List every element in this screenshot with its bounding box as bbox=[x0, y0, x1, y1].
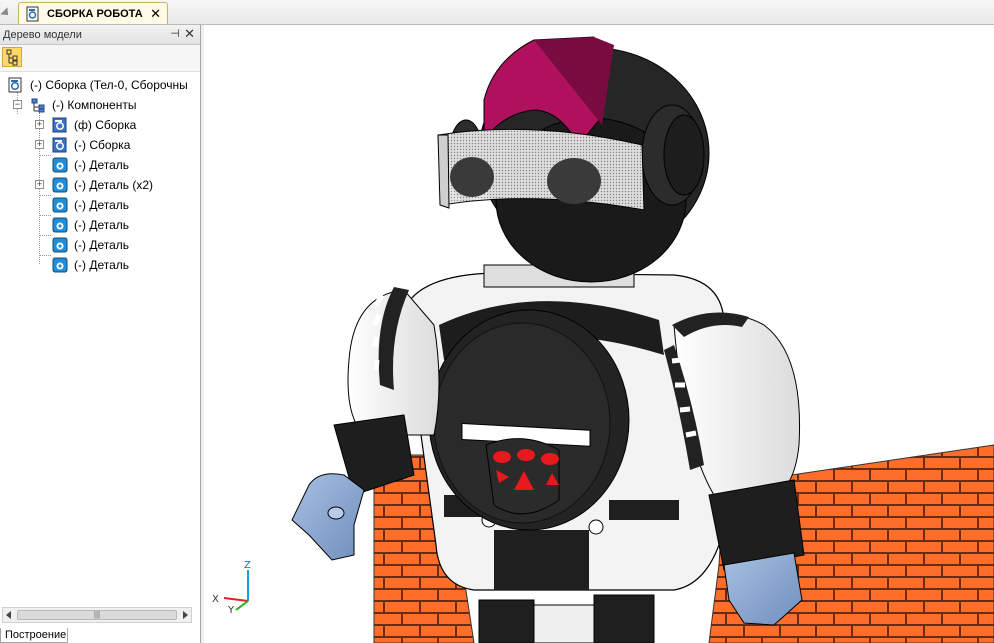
tree-node-root-assembly[interactable]: (-) Сборка (Тел-0, Сборочны bbox=[8, 76, 188, 94]
document-tab-title: СБОРКА РОБОТА bbox=[47, 7, 143, 20]
tree-node-label: (-) Деталь bbox=[74, 218, 130, 232]
tab-scroll-left-icon[interactable] bbox=[0, 7, 12, 19]
axis-x-label: X bbox=[212, 594, 219, 605]
tree-node-part[interactable]: (-) Деталь bbox=[52, 196, 129, 214]
tree-node-label: (ф) Сборка bbox=[74, 118, 137, 132]
subassembly-icon bbox=[52, 117, 67, 133]
tree-structure-icon bbox=[6, 49, 18, 66]
scroll-thumb[interactable]: ||| bbox=[17, 610, 177, 620]
robot-assembly-model: Z X Y bbox=[212, 36, 994, 643]
tab-construction[interactable]: Построение bbox=[0, 628, 68, 643]
expand-toggle[interactable]: + bbox=[35, 180, 44, 189]
model-tree-title: Дерево модели bbox=[3, 28, 82, 41]
part-icon bbox=[52, 197, 68, 213]
close-panel-icon[interactable]: ✕ bbox=[184, 26, 195, 42]
robot-head bbox=[437, 36, 710, 283]
tree-node-label: (-) Деталь bbox=[74, 198, 130, 212]
assembly-root-icon bbox=[8, 77, 22, 93]
chest-panel bbox=[428, 309, 630, 531]
document-tab[interactable]: СБОРКА РОБОТА ✕ bbox=[18, 2, 168, 24]
scroll-right-icon[interactable] bbox=[183, 611, 188, 619]
tree-node-label: (-) Сборка (Тел-0, Сборочны bbox=[30, 78, 188, 92]
tree-node-components[interactable]: (-) Компоненты bbox=[30, 96, 136, 114]
collapse-toggle[interactable]: − bbox=[13, 100, 22, 109]
robot-legs bbox=[478, 594, 655, 643]
horizontal-scrollbar[interactable]: ||| bbox=[2, 607, 192, 623]
part-icon bbox=[52, 217, 68, 233]
tree-node-label: (-) Деталь bbox=[74, 258, 130, 272]
tree-node-part[interactable]: (-) Деталь bbox=[52, 156, 129, 174]
tree-node-part[interactable]: (-) Деталь (x2) bbox=[52, 176, 153, 194]
tree-node-label: (-) Сборка bbox=[74, 138, 131, 152]
subassembly-icon bbox=[52, 137, 67, 153]
part-icon bbox=[52, 157, 68, 173]
assembly-file-icon bbox=[26, 6, 39, 21]
tree-node-label: (-) Деталь bbox=[74, 158, 130, 172]
tree-node-part[interactable]: (-) Деталь bbox=[52, 256, 129, 274]
tree-node-label: (-) Компоненты bbox=[52, 98, 137, 112]
tree-structure-button[interactable] bbox=[2, 47, 22, 67]
expand-toggle[interactable]: + bbox=[35, 140, 44, 149]
part-icon bbox=[52, 177, 68, 193]
3d-viewport[interactable]: Z X Y bbox=[204, 25, 994, 643]
model-tree-toolbar bbox=[0, 45, 200, 72]
axis-triad: Z X Y bbox=[212, 560, 251, 616]
expand-toggle[interactable]: + bbox=[35, 120, 44, 129]
tree-node-part[interactable]: (-) Деталь bbox=[52, 216, 129, 234]
pin-icon[interactable]: ⊣ bbox=[170, 27, 180, 40]
scroll-left-icon[interactable] bbox=[6, 611, 11, 619]
document-tab-strip: СБОРКА РОБОТА ✕ bbox=[0, 0, 994, 25]
part-icon bbox=[52, 237, 68, 253]
axis-y-label: Y bbox=[227, 605, 235, 616]
tree-node-part[interactable]: (-) Деталь bbox=[52, 236, 129, 254]
model-tree: (-) Сборка (Тел-0, Сборочны − (-) Компон… bbox=[0, 72, 199, 620]
tree-node-subassembly[interactable]: (ф) Сборка bbox=[52, 116, 136, 134]
model-tree-panel: Дерево модели ⊣ ✕ (-) Сборка (Тел-0, Сбо… bbox=[0, 25, 201, 643]
tree-node-label: (-) Деталь (x2) bbox=[74, 178, 154, 192]
part-icon bbox=[52, 257, 68, 273]
close-tab-icon[interactable]: ✕ bbox=[150, 6, 161, 22]
tree-node-subassembly[interactable]: (-) Сборка bbox=[52, 136, 130, 154]
axis-z-label: Z bbox=[244, 560, 251, 571]
tree-node-label: (-) Деталь bbox=[74, 238, 130, 252]
components-folder-icon bbox=[31, 98, 45, 113]
model-tree-header: Дерево модели ⊣ ✕ bbox=[0, 25, 200, 45]
